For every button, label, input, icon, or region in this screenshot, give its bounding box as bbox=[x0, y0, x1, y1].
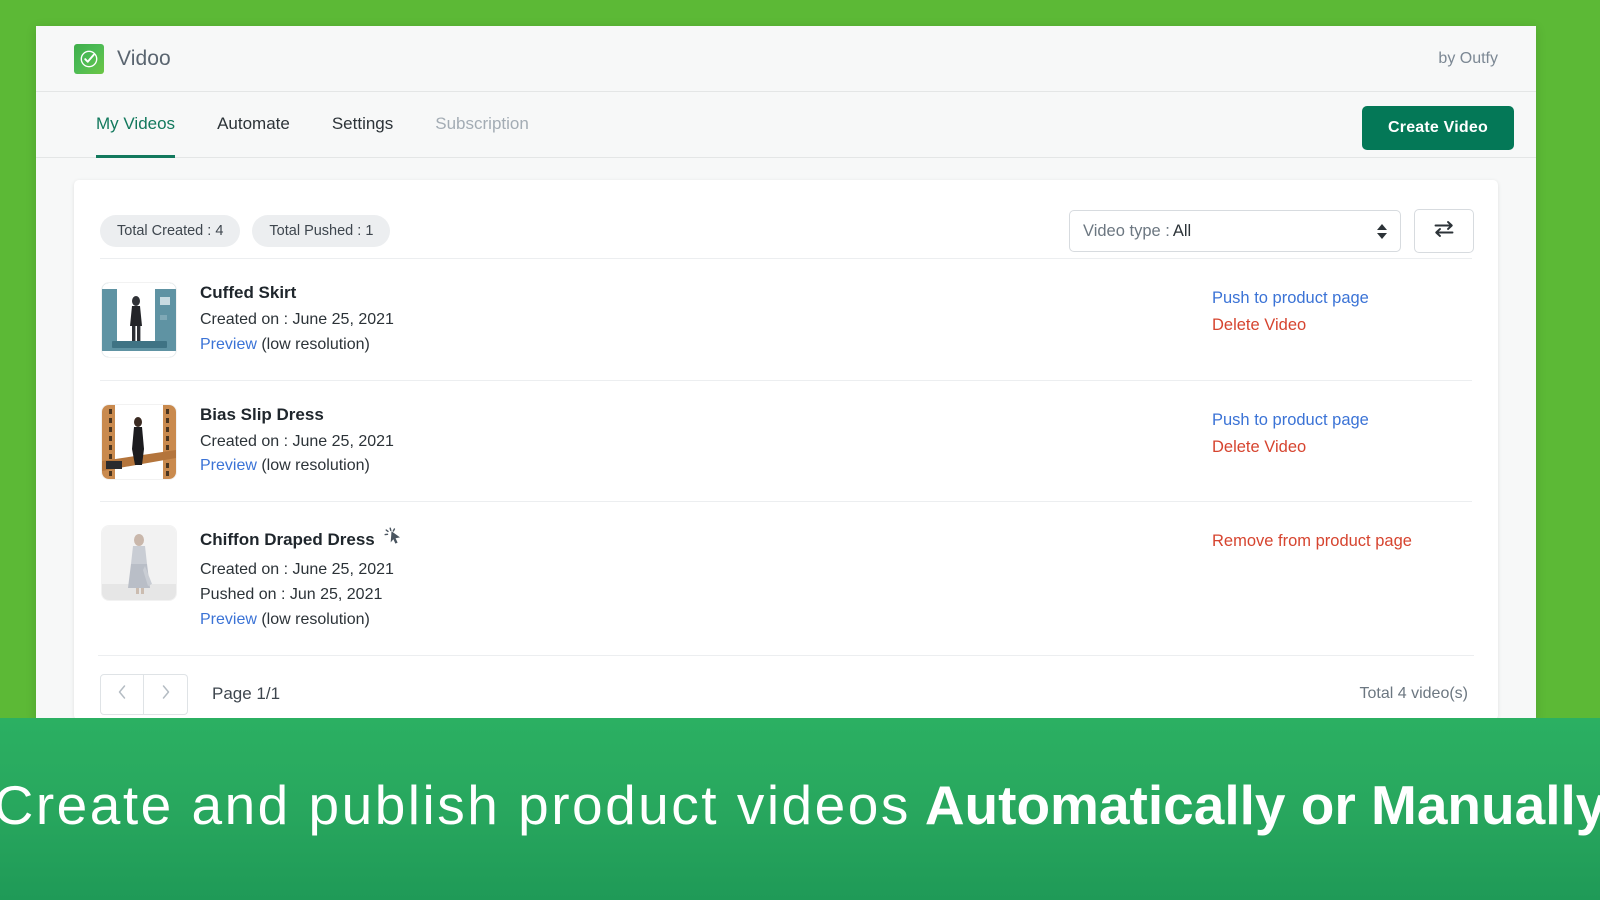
push-to-product-page-link[interactable]: Push to product page bbox=[1212, 285, 1472, 312]
badge-total-pushed: Total Pushed : 1 bbox=[252, 215, 391, 247]
video-pushed-date: Pushed on : Jun 25, 2021 bbox=[200, 585, 383, 603]
toolbar-right: Video type : All bbox=[1069, 209, 1474, 253]
brand[interactable]: Vidoo bbox=[74, 43, 171, 74]
preview-link[interactable]: Preview bbox=[200, 611, 257, 628]
nav-bar: My Videos Automate Settings Subscription… bbox=[36, 92, 1536, 158]
pagination-bar: Page 1/1 Total 4 video(s) bbox=[98, 654, 1474, 715]
click-cursor-icon bbox=[383, 526, 405, 553]
check-circle-icon bbox=[74, 43, 104, 74]
total-videos-label: Total 4 video(s) bbox=[1359, 685, 1469, 703]
video-thumbnail[interactable] bbox=[102, 404, 176, 479]
table-row: Cuffed Skirt Created on : June 25, 2021 … bbox=[100, 258, 1472, 380]
preview-suffix: (low resolution) bbox=[256, 335, 370, 353]
tab-my-videos[interactable]: My Videos bbox=[96, 93, 176, 158]
video-title: Chiffon Draped Dress bbox=[200, 526, 1212, 553]
app-window: Vidoo by Outfy My Videos Automate Settin… bbox=[36, 26, 1536, 720]
pagination-next-button[interactable] bbox=[144, 673, 188, 715]
preview-suffix: (low resolution) bbox=[256, 610, 370, 628]
video-type-select-value: All bbox=[1172, 221, 1192, 240]
video-actions: Push to product page Delete Video bbox=[1212, 405, 1472, 461]
table-row: Chiffon Draped Dress Created on: June 2… bbox=[100, 501, 1472, 654]
promo-text-light: Create and publish product videos bbox=[0, 773, 911, 836]
brand-name: Vidoo bbox=[117, 46, 171, 70]
video-preview-line: Preview (low resolution) bbox=[200, 608, 1212, 633]
chevron-updown-icon bbox=[1377, 223, 1387, 239]
by-line: by Outfy bbox=[1438, 49, 1498, 67]
create-video-button[interactable]: Create Video bbox=[1362, 106, 1514, 150]
preview-link[interactable]: Preview bbox=[200, 336, 257, 353]
video-title: Cuffed Skirt bbox=[200, 283, 297, 302]
video-title: Bias Slip Dress bbox=[200, 404, 324, 424]
preview-suffix: (low resolution) bbox=[256, 457, 370, 475]
tab-settings[interactable]: Settings bbox=[332, 93, 393, 158]
video-preview-line: Preview (low resolution) bbox=[200, 333, 1212, 358]
nav-tabs: My Videos Automate Settings Subscription bbox=[96, 92, 571, 158]
promo-text: Create and publish product videos Automat… bbox=[0, 777, 1600, 841]
app-header: Vidoo by Outfy bbox=[36, 26, 1536, 92]
preview-link[interactable]: Preview bbox=[200, 457, 257, 474]
video-actions: Remove from product page bbox=[1212, 526, 1472, 555]
video-type-select-label: Video type : bbox=[1083, 221, 1170, 240]
video-created-date: Created on : June 25, 2021 bbox=[200, 311, 394, 328]
video-type-select[interactable]: Video type : All bbox=[1069, 210, 1401, 252]
chevron-left-icon bbox=[116, 684, 128, 705]
delete-video-link[interactable]: Delete Video bbox=[1212, 434, 1472, 461]
pagination-prev-button[interactable] bbox=[100, 673, 144, 715]
videos-card: Total Created : 4 Total Pushed : 1 Video… bbox=[74, 180, 1498, 720]
video-created-date: Created on : June 25, 2021 bbox=[200, 432, 394, 450]
swap-view-button[interactable] bbox=[1414, 209, 1474, 253]
video-thumbnail[interactable] bbox=[102, 283, 176, 357]
page-indicator: Page 1/1 bbox=[212, 684, 281, 704]
content-area: Total Created : 4 Total Pushed : 1 Video… bbox=[36, 158, 1536, 720]
push-to-product-page-link[interactable]: Push to product page bbox=[1212, 407, 1472, 434]
exchange-arrows-icon bbox=[1432, 218, 1456, 245]
table-row: Bias Slip Dress Created on : June 25, 20… bbox=[100, 379, 1472, 502]
delete-video-link[interactable]: Delete Video bbox=[1212, 312, 1472, 339]
video-actions: Push to product page Delete Video bbox=[1212, 283, 1472, 339]
video-info: Cuffed Skirt Created on : June 25, 2021 … bbox=[200, 283, 1212, 358]
remove-from-product-page-link[interactable]: Remove from product page bbox=[1212, 528, 1472, 555]
badge-total-created: Total Created : 4 bbox=[100, 215, 241, 247]
toolbar: Total Created : 4 Total Pushed : 1 Video… bbox=[98, 204, 1474, 258]
tab-automate[interactable]: Automate bbox=[217, 93, 290, 158]
tab-subscription[interactable]: Subscription bbox=[435, 93, 529, 158]
pager bbox=[100, 673, 188, 715]
video-info: Chiffon Draped Dress Created on: June 2… bbox=[200, 526, 1212, 632]
video-created-date: Created on : June 25, 2021 bbox=[200, 561, 394, 579]
video-list: Cuffed Skirt Created on : June 25, 2021 … bbox=[98, 258, 1474, 655]
video-info: Bias Slip Dress Created on : June 25, 20… bbox=[200, 405, 1212, 480]
video-thumbnail[interactable] bbox=[102, 526, 176, 601]
promo-text-bold: Automatically or Manually bbox=[924, 773, 1600, 836]
video-preview-line: Preview (low resolution) bbox=[200, 454, 1212, 479]
chevron-right-icon bbox=[160, 684, 172, 705]
promo-banner: Create and publish product videos Automat… bbox=[0, 718, 1600, 900]
